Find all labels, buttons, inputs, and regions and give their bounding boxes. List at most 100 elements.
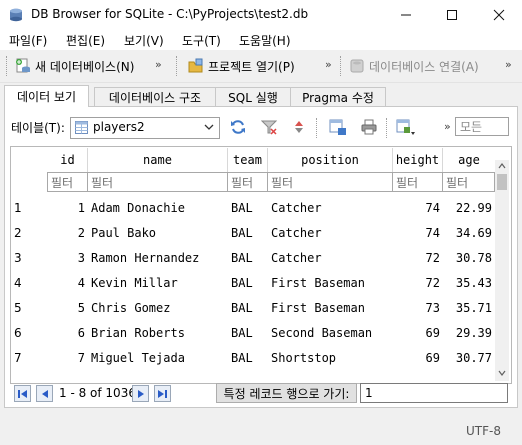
table-row-partial[interactable] bbox=[11, 370, 495, 382]
cell-height[interactable]: 72 bbox=[393, 270, 443, 295]
column-header-name[interactable]: name bbox=[88, 148, 228, 172]
cell-height[interactable]: 72 bbox=[393, 245, 443, 270]
cell-height[interactable]: 69 bbox=[393, 320, 443, 345]
cell-height[interactable]: 74 bbox=[393, 220, 443, 245]
filter-input-age[interactable]: 필터 bbox=[442, 172, 495, 192]
toolbar-overflow-icon[interactable]: » bbox=[444, 120, 451, 133]
table-row[interactable]: 7 7 Miguel Tejada BAL Shortstop 69 30.77 bbox=[11, 345, 495, 370]
cell-team[interactable]: BAL bbox=[228, 220, 268, 245]
filter-input-position[interactable]: 필터 bbox=[267, 172, 393, 192]
toolbar-overflow-icon[interactable]: » bbox=[155, 58, 162, 71]
cell-id[interactable]: 7 bbox=[48, 345, 88, 370]
close-button[interactable] bbox=[476, 0, 522, 30]
cell-id[interactable]: 2 bbox=[48, 220, 88, 245]
last-record-button[interactable] bbox=[154, 385, 171, 402]
cell-name[interactable]: Miguel Tejada bbox=[88, 345, 228, 370]
table-row[interactable]: 3 3 Ramon Hernandez BAL Catcher 72 30.78 bbox=[11, 245, 495, 270]
save-table-button[interactable] bbox=[328, 117, 348, 137]
filter-input-team[interactable]: 필터 bbox=[227, 172, 268, 192]
maximize-button[interactable] bbox=[429, 0, 475, 30]
row-number[interactable]: 5 bbox=[11, 295, 47, 320]
cell-position[interactable]: Second Baseman bbox=[268, 320, 393, 345]
column-header-position[interactable]: position bbox=[268, 148, 393, 172]
table-select[interactable]: players2 bbox=[70, 117, 220, 139]
cell-team[interactable]: BAL bbox=[228, 245, 268, 270]
cell-position[interactable]: First Baseman bbox=[268, 295, 393, 320]
cell-position[interactable]: First Baseman bbox=[268, 270, 393, 295]
cell-position[interactable]: Catcher bbox=[268, 195, 393, 220]
goto-record-button[interactable]: 특정 레코드 행으로 가기: bbox=[216, 383, 357, 403]
row-number[interactable]: 6 bbox=[11, 320, 47, 345]
toolbar-overflow-icon[interactable]: » bbox=[505, 58, 512, 71]
cell-name[interactable]: Chris Gomez bbox=[88, 295, 228, 320]
cell-age[interactable]: 34.69 bbox=[443, 220, 495, 245]
cell-name[interactable]: Adam Donachie bbox=[88, 195, 228, 220]
table-row[interactable]: 2 2 Paul Bako BAL Catcher 74 34.69 bbox=[11, 220, 495, 245]
vertical-scrollbar[interactable] bbox=[495, 160, 509, 381]
row-number[interactable]: 2 bbox=[11, 220, 47, 245]
filter-input-height[interactable]: 필터 bbox=[392, 172, 443, 192]
menu-file[interactable]: 파일(F) bbox=[9, 32, 47, 49]
cell-position[interactable]: Shortstop bbox=[268, 345, 393, 370]
menu-tools[interactable]: 도구(T) bbox=[182, 32, 221, 49]
table-row[interactable]: 6 6 Brian Roberts BAL Second Baseman 69 … bbox=[11, 320, 495, 345]
cell-age[interactable]: 35.43 bbox=[443, 270, 495, 295]
toolbar-overflow-icon[interactable]: » bbox=[325, 58, 332, 71]
row-number[interactable]: 7 bbox=[11, 345, 47, 370]
row-number[interactable]: 1 bbox=[11, 195, 47, 220]
cell-name[interactable]: Paul Bako bbox=[88, 220, 228, 245]
cell-name[interactable]: Kevin Millar bbox=[88, 270, 228, 295]
sort-button[interactable] bbox=[289, 117, 309, 137]
cell-id[interactable]: 3 bbox=[48, 245, 88, 270]
column-header-height[interactable]: height bbox=[393, 148, 443, 172]
filter-input-name[interactable]: 필터 bbox=[87, 172, 228, 192]
print-button[interactable] bbox=[359, 117, 379, 137]
previous-record-button[interactable] bbox=[36, 385, 53, 402]
scrollbar-thumb[interactable] bbox=[497, 174, 507, 190]
filter-all-input[interactable]: 모든 bbox=[455, 117, 509, 136]
goto-record-input[interactable]: 1 bbox=[360, 383, 508, 403]
attach-database-button[interactable]: 데이터베이스 연결(A) bbox=[349, 56, 479, 76]
tab-database-structure[interactable]: 데이터베이스 구조 bbox=[94, 87, 216, 106]
cell-id[interactable]: 4 bbox=[48, 270, 88, 295]
table-row[interactable]: 1 1 Adam Donachie BAL Catcher 74 22.99 bbox=[11, 195, 495, 220]
first-record-button[interactable] bbox=[14, 385, 31, 402]
cell-age[interactable]: 29.39 bbox=[443, 320, 495, 345]
menu-view[interactable]: 보기(V) bbox=[124, 32, 164, 49]
cell-id[interactable]: 6 bbox=[48, 320, 88, 345]
next-record-button[interactable] bbox=[132, 385, 149, 402]
cell-height[interactable]: 73 bbox=[393, 295, 443, 320]
open-project-button[interactable]: 프로젝트 열기(P) bbox=[188, 56, 295, 76]
cell-team[interactable]: BAL bbox=[228, 195, 268, 220]
cell-age[interactable]: 30.77 bbox=[443, 345, 495, 370]
column-header-age[interactable]: age bbox=[443, 148, 495, 172]
cell-name[interactable]: Ramon Hernandez bbox=[88, 245, 228, 270]
menu-edit[interactable]: 편집(E) bbox=[66, 32, 105, 49]
clear-filters-button[interactable] bbox=[259, 117, 279, 137]
scroll-down-icon[interactable] bbox=[498, 370, 506, 376]
cell-position[interactable]: Catcher bbox=[268, 245, 393, 270]
tab-execute-sql[interactable]: SQL 실행 bbox=[215, 87, 291, 106]
new-database-button[interactable]: 새 데이터베이스(N) bbox=[15, 56, 134, 76]
cell-age[interactable]: 22.99 bbox=[443, 195, 495, 220]
cell-age[interactable]: 35.71 bbox=[443, 295, 495, 320]
cell-id[interactable]: 5 bbox=[48, 295, 88, 320]
cell-team[interactable]: BAL bbox=[228, 270, 268, 295]
cell-team[interactable]: BAL bbox=[228, 320, 268, 345]
cell-team[interactable]: BAL bbox=[228, 295, 268, 320]
column-header-id[interactable]: id bbox=[48, 148, 88, 172]
minimize-button[interactable] bbox=[383, 0, 429, 30]
cell-age[interactable]: 30.78 bbox=[443, 245, 495, 270]
cell-position[interactable]: Catcher bbox=[268, 220, 393, 245]
column-header-team[interactable]: team bbox=[228, 148, 268, 172]
insert-record-button[interactable] bbox=[396, 117, 416, 137]
table-row[interactable]: 5 5 Chris Gomez BAL First Baseman 73 35.… bbox=[11, 295, 495, 320]
cell-team[interactable]: BAL bbox=[228, 345, 268, 370]
scroll-up-icon[interactable] bbox=[498, 163, 506, 169]
data-grid[interactable]: id name team position height age 필터 필터 필… bbox=[10, 146, 512, 384]
menu-help[interactable]: 도움말(H) bbox=[239, 32, 291, 49]
row-number[interactable]: 4 bbox=[11, 270, 47, 295]
table-row[interactable]: 4 4 Kevin Millar BAL First Baseman 72 35… bbox=[11, 270, 495, 295]
tab-browse-data[interactable]: 데이터 보기 bbox=[4, 85, 89, 107]
cell-height[interactable]: 74 bbox=[393, 195, 443, 220]
